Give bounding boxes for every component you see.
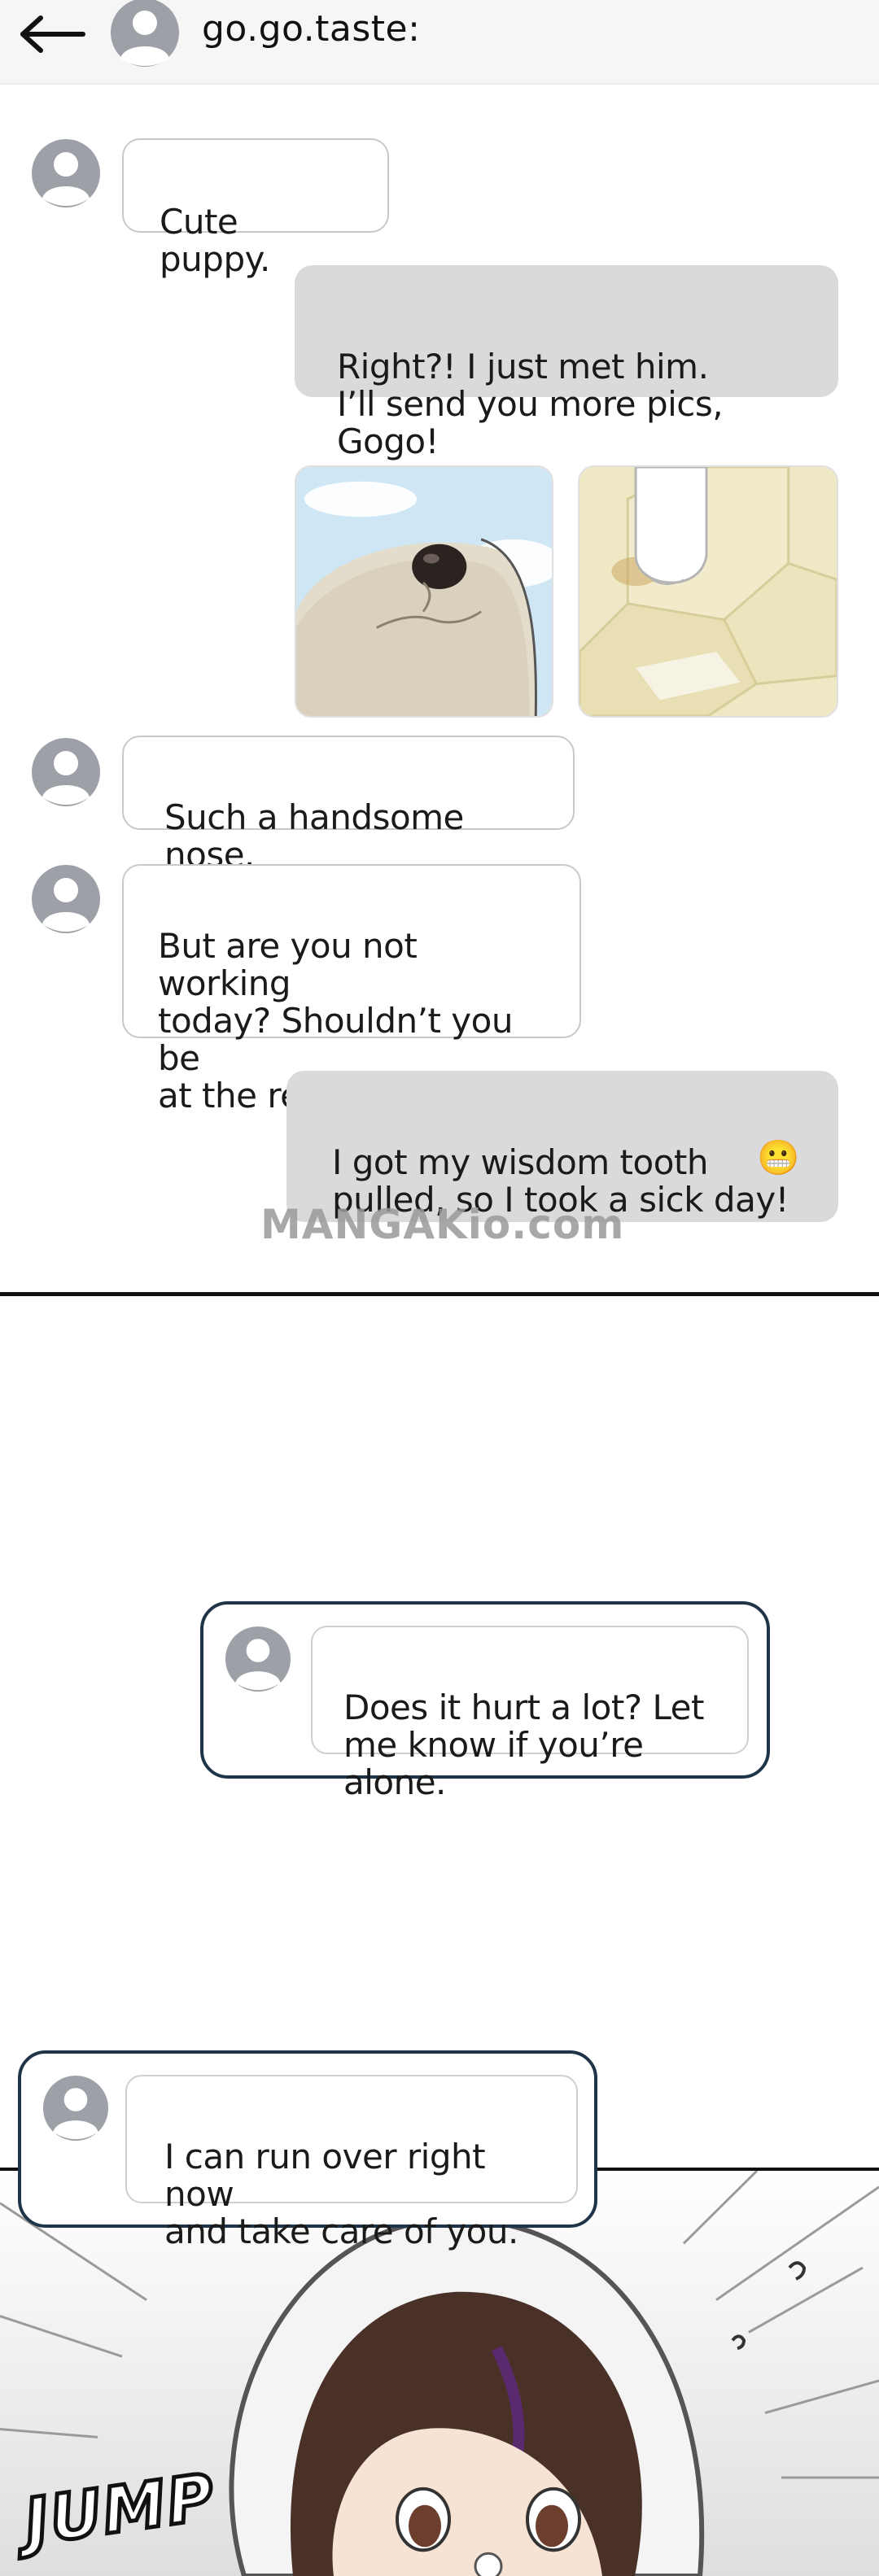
sender-avatar[interactable] — [31, 864, 101, 934]
message-notification[interactable]: I can run over right now and take care o… — [18, 2050, 597, 2251]
chat-header: go.go.taste: — [0, 0, 879, 85]
sender-avatar[interactable] — [31, 737, 101, 807]
message-bubble-incoming[interactable]: But are you not working today? Shouldn’t… — [122, 864, 581, 1115]
panel-divider — [0, 1292, 879, 1296]
chat-screen: go.go.taste: Cute puppy. Right?! I just … — [0, 0, 879, 1294]
notification-bubble: Does it hurt a lot? Let me know if you’r… — [311, 1626, 749, 1801]
default-avatar-icon — [32, 139, 100, 207]
message-bubble-outgoing[interactable]: I got my wisdom tooth pulled, so I took … — [286, 1071, 838, 1222]
photo-attachment[interactable] — [295, 465, 553, 718]
dog-nose-photo — [296, 467, 552, 716]
grimace-emoji-icon: 😬 — [757, 1137, 799, 1177]
notification-bubble: I can run over right now and take care o… — [125, 2075, 578, 2251]
default-avatar-icon — [32, 865, 100, 933]
message-notification[interactable]: Does it hurt a lot? Let me know if you’r… — [200, 1601, 770, 1801]
arrow-left-icon — [20, 15, 85, 53]
message-bubble-incoming[interactable]: Cute puppy. — [122, 138, 389, 278]
contact-avatar[interactable] — [109, 0, 181, 68]
default-avatar-icon — [225, 1626, 291, 1692]
message-text: Right?! I just met him. I’ll send you mo… — [337, 347, 724, 461]
default-avatar-icon — [42, 2075, 109, 2142]
sender-avatar[interactable] — [31, 138, 101, 208]
sender-avatar — [225, 1626, 291, 1692]
back-button[interactable] — [18, 11, 86, 57]
message-bubble-outgoing[interactable]: Right?! I just met him. I’ll send you mo… — [295, 265, 838, 461]
contact-name[interactable]: go.go.taste: — [202, 8, 420, 50]
message-text: Cute puppy. — [160, 202, 270, 279]
sender-avatar — [42, 2075, 109, 2142]
default-avatar-icon — [32, 738, 100, 806]
watermark: MANGAKio.com — [260, 1201, 625, 1248]
default-avatar-icon — [111, 0, 179, 67]
photo-attachment[interactable] — [578, 465, 838, 718]
message-bubble-incoming[interactable]: Such a handsome nose. — [122, 736, 575, 874]
notification-text: Does it hurt a lot? Let me know if you’r… — [343, 1687, 704, 1802]
message-text: Such a handsome nose. — [164, 797, 464, 875]
notification-text: I can run over right now and take care o… — [164, 2137, 518, 2251]
dog-paw-photo — [579, 467, 837, 716]
